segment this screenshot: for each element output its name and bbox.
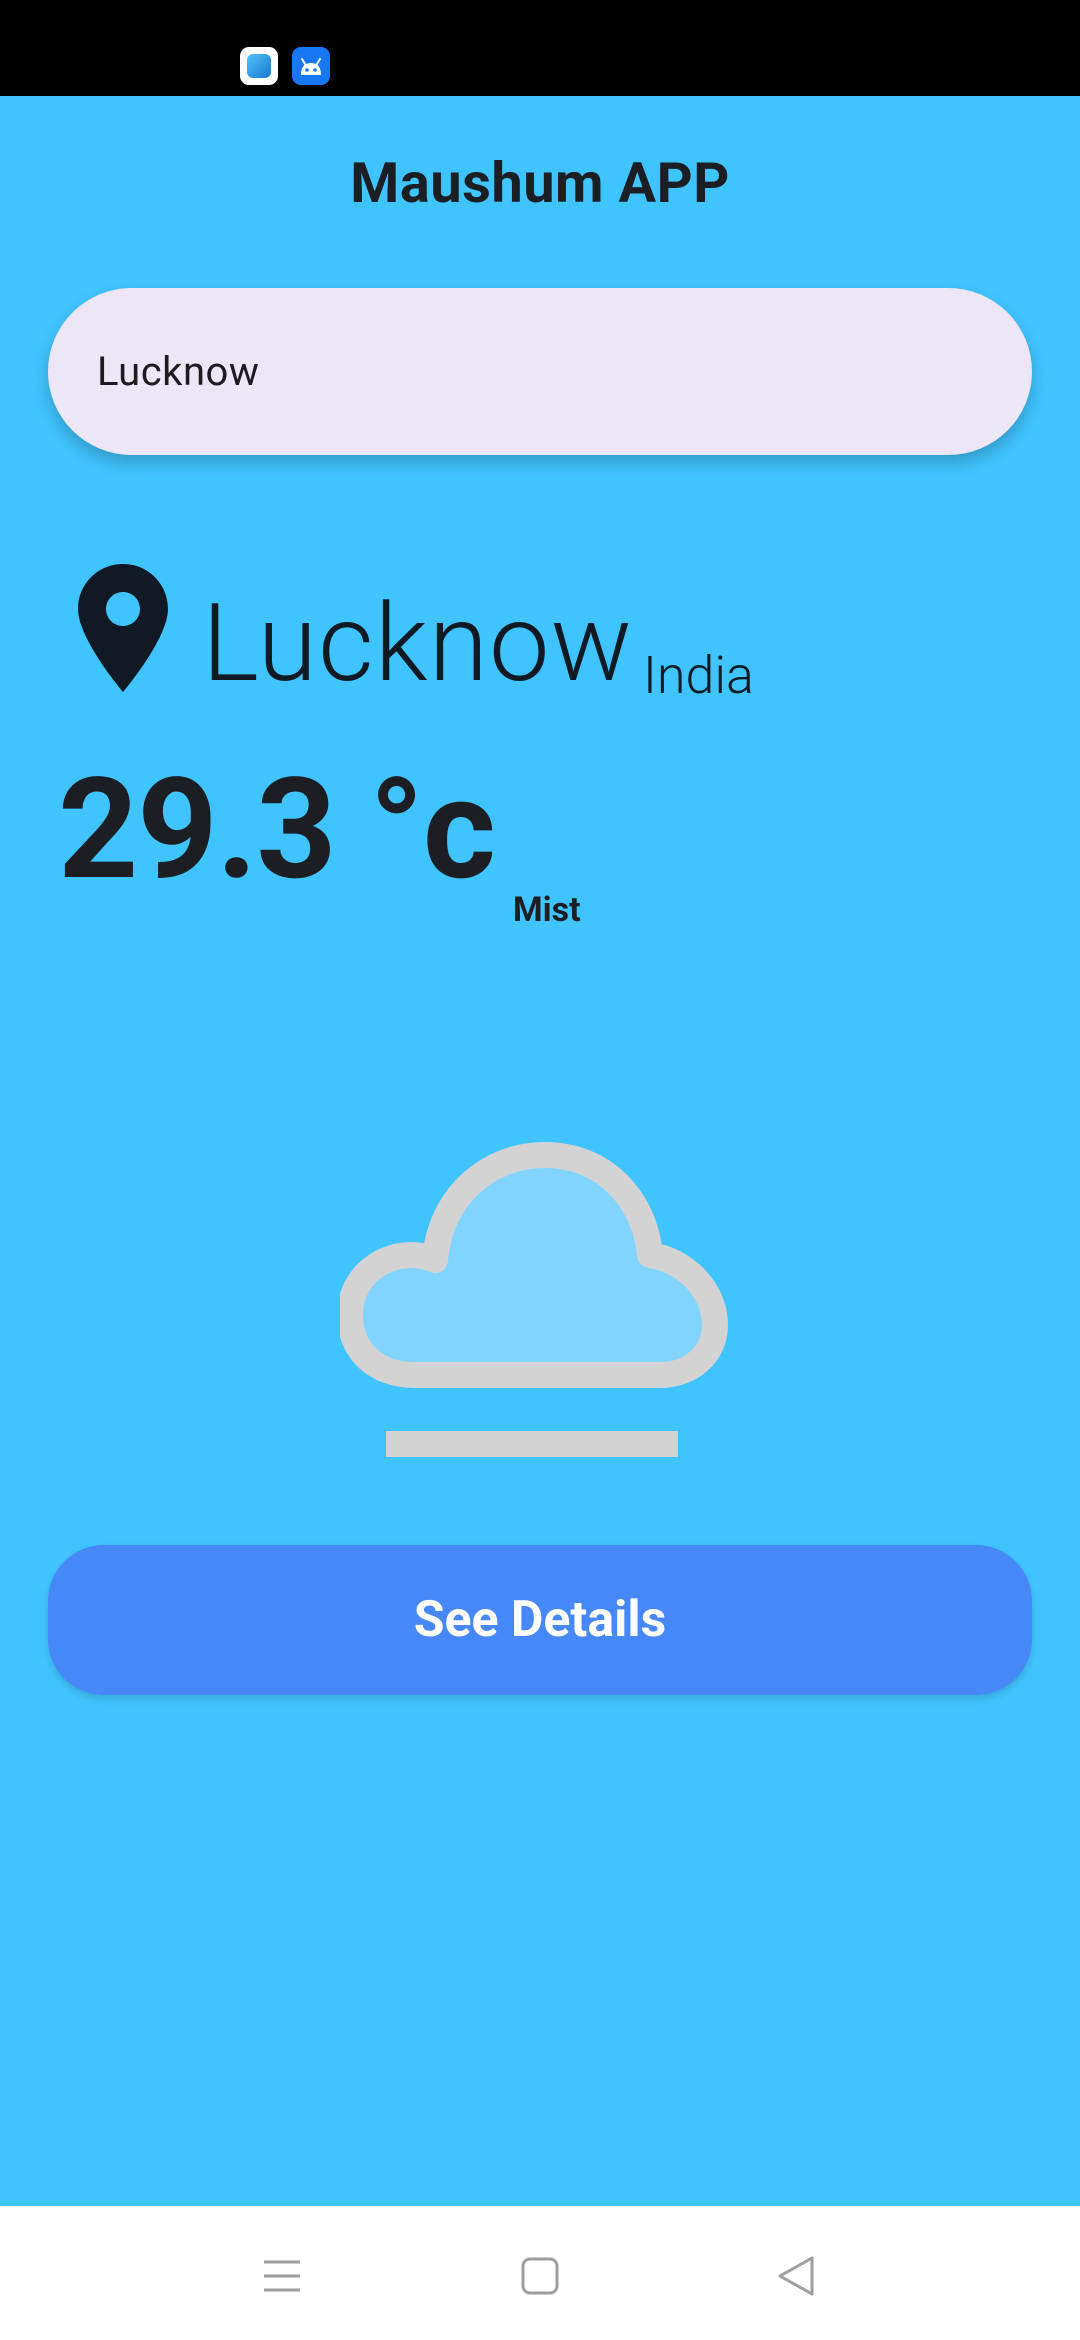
city-name: Lucknow <box>202 581 633 707</box>
location-header: Lucknow India <box>78 558 754 707</box>
app-title: Maushum APP <box>350 150 730 216</box>
weather-condition: Mist <box>512 890 581 930</box>
navigation-bar <box>0 2206 1080 2340</box>
home-button[interactable] <box>500 2236 580 2316</box>
temperature-value: 29.3 °c <box>58 748 496 912</box>
search-input[interactable] <box>97 348 977 395</box>
menu-icon <box>264 2260 300 2292</box>
status-bar <box>0 0 1080 96</box>
home-icon <box>521 2257 559 2295</box>
back-button[interactable] <box>756 2236 836 2316</box>
see-details-button[interactable]: See Details <box>48 1545 1032 1695</box>
app-notification-icon <box>240 47 278 85</box>
country-name: India <box>642 645 754 706</box>
menu-button[interactable] <box>242 2236 322 2316</box>
location-pin-icon <box>78 564 168 692</box>
mist-cloud-icon <box>340 1142 728 1457</box>
temperature-row: 29.3 °c Mist <box>58 748 581 930</box>
android-icon <box>292 47 330 85</box>
back-icon <box>778 2256 814 2296</box>
search-box[interactable] <box>48 288 1032 455</box>
